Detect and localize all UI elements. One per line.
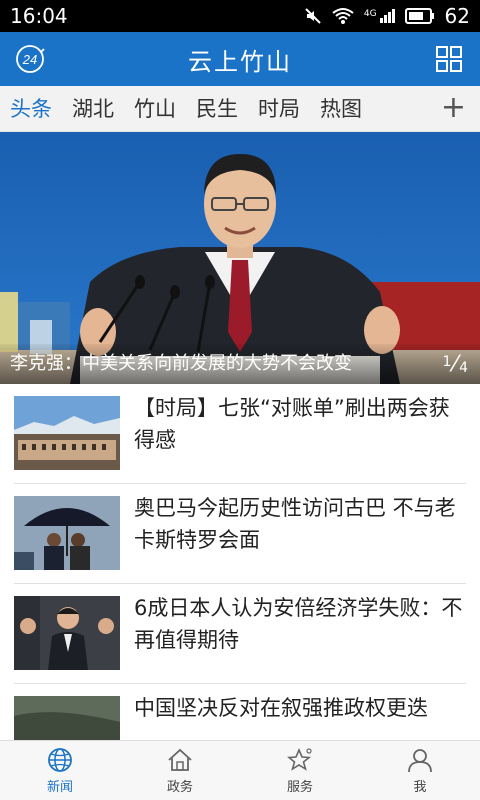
wifi-icon [332,8,354,24]
tab-current-affairs[interactable]: 时局 [248,86,310,132]
news-thumbnail [14,496,120,570]
nav-services[interactable]: 服务 [240,741,360,800]
category-tabs: 头条 湖北 竹山 民生 时局 热图 + [0,86,480,132]
home-icon [168,748,192,771]
nav-news-label: 新闻 [46,779,73,795]
news-title: 【时局】七张“对账单”刷出两会获得感 [134,396,450,452]
network-type-label: 4G [363,9,377,19]
news-title: 6成日本人认为安倍经济学失败：不再值得期待 [134,596,463,652]
hero-carousel[interactable]: 李克强：中美关系向前发展的大势不会改变 1 ⁄ 4 [0,132,480,384]
tab-livelihood[interactable]: 民生 [186,86,248,132]
tab-hot-pictures[interactable]: 热图 [310,86,372,132]
news-thumbnail [14,596,120,670]
nav-government[interactable]: 政务 [120,741,240,800]
mute-icon [305,8,321,24]
nav-news[interactable]: 新闻 [0,741,120,800]
signal-icon: 4G [364,9,395,23]
news-item[interactable]: 【时局】七张“对账单”刷出两会获得感 [14,384,466,484]
globe-icon [48,747,72,772]
hero-page-total: 4 [459,360,468,376]
news-thumbnail [14,396,120,470]
tab-headlines[interactable]: 头条 [0,86,62,132]
bottom-navigation: 新闻 政务 服务 我 [0,740,480,800]
badge-number: 24 [22,52,37,67]
app-bar: 24 云上竹山 [0,32,480,86]
nav-government-label: 政务 [166,779,193,795]
status-icons: 4G 62 [304,4,470,28]
star-icon [287,747,312,771]
status-bar: 16:04 4G 62 [0,0,480,32]
news-thumbnail [14,696,120,740]
news-list: 【时局】七张“对账单”刷出两会获得感 奥巴马今起历史性访问古巴 不与老卡斯特罗会… [0,384,480,740]
hours-24-icon[interactable]: 24 [14,43,46,75]
news-title: 中国坚决反对在叙强推政权更迭 [134,696,428,720]
nav-me-label: 我 [413,779,427,795]
hero-pager: 1 ⁄ 4 [442,352,468,377]
status-time: 16:04 [10,4,68,28]
news-item[interactable]: 奥巴马今起历史性访问古巴 不与老卡斯特罗会面 [14,484,466,584]
hero-page-current: 1 [442,354,452,370]
tab-zhushan[interactable]: 竹山 [124,86,186,132]
nav-me[interactable]: 我 [360,741,480,800]
hero-caption: 李克强：中美关系向前发展的大势不会改变 [0,344,480,384]
add-tab-button[interactable]: + [441,86,466,132]
battery-icon [404,8,434,24]
news-title: 奥巴马今起历史性访问古巴 不与老卡斯特罗会面 [134,496,456,552]
news-item[interactable]: 6成日本人认为安倍经济学失败：不再值得期待 [14,584,466,684]
user-icon [408,748,432,772]
battery-level: 62 [444,4,470,28]
app-title: 云上竹山 [188,47,292,76]
nav-services-label: 服务 [286,779,313,795]
tab-hubei[interactable]: 湖北 [62,86,124,132]
grid-menu-icon[interactable] [436,46,462,72]
news-item[interactable]: 中国坚决反对在叙强推政权更迭 [14,684,466,740]
